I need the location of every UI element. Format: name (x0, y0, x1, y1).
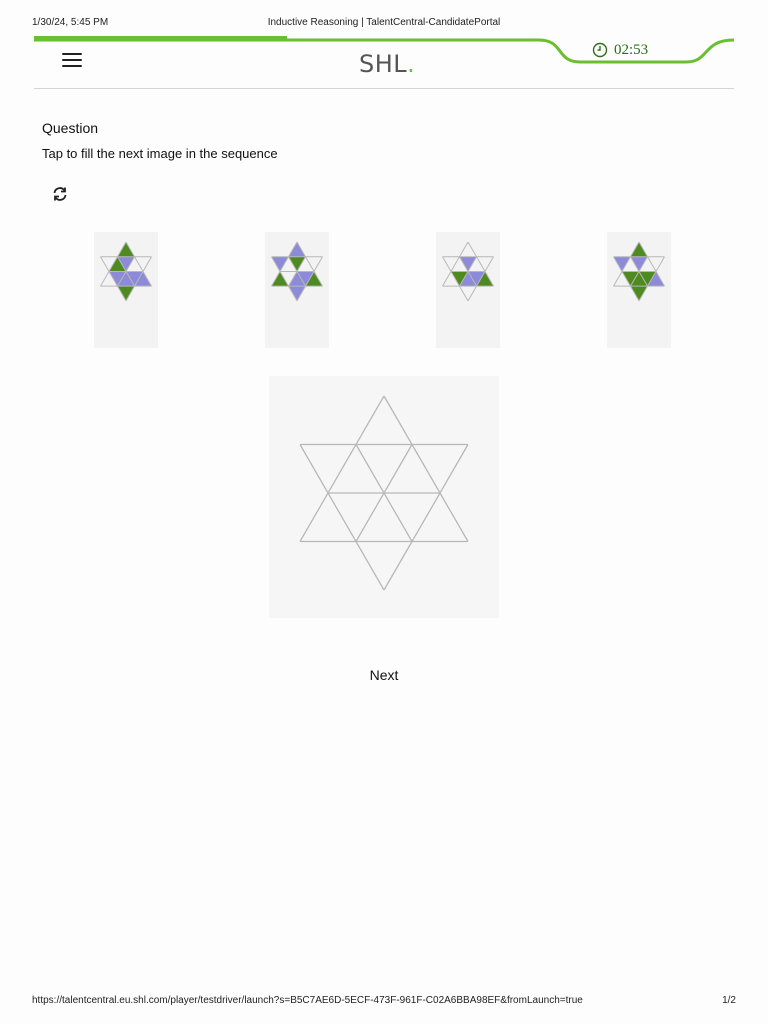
sequence-image-1 (94, 232, 158, 348)
print-url: https://talentcentral.eu.shl.com/player/… (32, 995, 583, 1006)
logo-dot: . (407, 50, 416, 78)
progress-bar-fill (34, 36, 287, 41)
green-triangle (630, 242, 648, 257)
purple-triangle (288, 242, 306, 257)
question-heading: Question (42, 120, 99, 136)
timer: 02:53 (592, 40, 648, 60)
purple-triangle (459, 256, 477, 272)
top-bar: SHL. 02:53 (34, 33, 734, 89)
shl-logo: SHL. (359, 50, 415, 78)
green-triangle (288, 256, 306, 272)
sequence-image-3 (436, 232, 500, 348)
sequence-image-2 (265, 232, 329, 348)
purple-triangle (630, 256, 648, 272)
refresh-icon[interactable] (50, 184, 70, 204)
purple-triangle (271, 256, 289, 272)
purple-triangle (613, 256, 631, 272)
next-button[interactable]: Next (344, 662, 424, 688)
grid-line (299, 444, 385, 591)
grid-line (383, 395, 469, 542)
print-header: 1/30/24, 5:45 PM Inductive Reasoning | T… (32, 17, 736, 31)
sequence-image-4 (607, 232, 671, 348)
header-divider (34, 88, 734, 89)
print-page-number: 1/2 (722, 995, 736, 1006)
green-triangle (117, 242, 135, 257)
answer-grid[interactable] (269, 376, 499, 618)
green-triangle (630, 286, 648, 301)
grid-line (383, 444, 469, 591)
green-triangle (271, 271, 289, 287)
logo-text: SHL (359, 50, 408, 78)
hamburger-icon[interactable] (62, 53, 82, 67)
grid-line (299, 395, 385, 542)
question-instruction: Tap to fill the next image in the sequen… (42, 146, 278, 161)
print-footer: https://talentcentral.eu.shl.com/player/… (32, 995, 736, 1009)
green-triangle (117, 286, 135, 301)
purple-triangle (288, 286, 306, 301)
timer-value: 02:53 (614, 41, 649, 58)
clock-icon (592, 42, 608, 58)
sequence-row (0, 232, 768, 348)
print-page-title: Inductive Reasoning | TalentCentral-Cand… (267, 17, 501, 28)
